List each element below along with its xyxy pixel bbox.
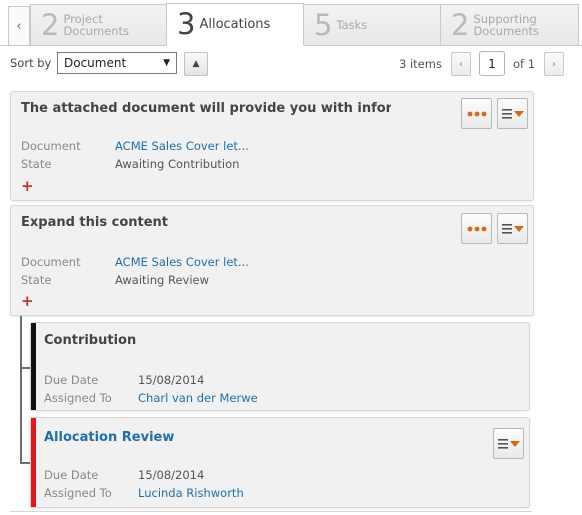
assigned-to-label: Assigned To [44,391,112,405]
document-link[interactable]: ACME Sales Cover let... [115,139,249,153]
document-label: Document [21,139,81,153]
page-total: of 1 [513,57,536,71]
due-date-label: Due Date [44,373,99,387]
sort-direction-button[interactable]: ▲ [184,52,208,76]
page-number-input[interactable]: 1 [479,51,505,76]
state-value: Awaiting Review [115,273,210,287]
state-label: State [21,273,52,287]
menu-dropdown-button[interactable] [497,213,528,244]
status-stripe [31,323,36,410]
due-date-value: 15/08/2014 [138,373,205,387]
tree-connector [20,316,22,463]
sort-by-label: Sort by [10,56,52,70]
due-date-value: 15/08/2014 [138,468,205,482]
tab-supporting-documents[interactable]: 2 Supporting Documents [440,4,579,46]
chevron-left-icon: ‹ [16,19,22,34]
more-actions-button[interactable] [461,213,492,244]
tree-connector-branch [20,462,30,464]
previous-page-button[interactable]: ‹ [451,52,471,76]
triangle-up-icon: ▲ [192,59,200,69]
state-label: State [21,157,52,171]
ellipsis-icon [467,226,486,231]
tab-bar: ‹ 2 Project Documents 5 Tasks 2 Supporti… [0,0,582,46]
card-title: The attached document will provide you w… [21,101,391,116]
allocation-card: Expand this content Document ACME Sales … [10,205,534,316]
state-value: Awaiting Contribution [115,157,240,171]
allocation-card: The attached document will provide you w… [10,91,534,201]
tab-count: 3 [177,7,196,41]
chevron-left-icon: ‹ [459,58,463,70]
tab-allocations[interactable]: 3 Allocations [166,3,304,46]
tab-label: Allocations [199,16,271,32]
status-stripe [31,418,36,507]
task-title-link[interactable]: Allocation Review [44,430,174,445]
sort-by-value: Document [64,56,127,70]
tab-label: Supporting Documents [473,12,540,38]
more-actions-button[interactable] [461,98,492,129]
chevron-right-icon: › [552,58,556,70]
items-count: 3 items [399,57,442,71]
sort-by-select[interactable]: Document ▼ [57,52,177,74]
tab-count: 5 [314,7,333,42]
menu-dropdown-button[interactable] [497,98,528,129]
menu-dropdown-icon [497,438,520,449]
next-page-button[interactable]: › [544,52,564,76]
tab-scroll-left-button[interactable]: ‹ [8,6,30,46]
menu-dropdown-icon [501,223,524,234]
task-title: Contribution [44,333,137,348]
menu-dropdown-icon [501,108,524,119]
assigned-to-label: Assigned To [44,486,112,500]
menu-dropdown-button[interactable] [493,428,524,459]
tab-label: Tasks [336,18,368,32]
due-date-label: Due Date [44,468,99,482]
expand-plus-icon[interactable]: + [21,179,34,194]
ellipsis-icon [467,111,486,116]
tab-count: 2 [451,7,470,42]
tab-count: 2 [41,7,60,42]
document-link[interactable]: ACME Sales Cover let... [115,255,249,269]
tree-connector-branch [20,367,30,369]
expand-plus-icon[interactable]: + [21,294,34,309]
assigned-to-link[interactable]: Charl van der Merwe [138,391,258,405]
tab-tasks[interactable]: 5 Tasks [303,4,441,46]
assigned-to-link[interactable]: Lucinda Rishworth [138,486,244,500]
task-card: Contribution Due Date 15/08/2014 Assigne… [30,322,530,411]
task-card: Allocation Review Due Date 15/08/2014 As… [30,417,530,508]
divider [10,511,532,512]
card-title: Expand this content [21,215,169,230]
document-label: Document [21,255,81,269]
tab-project-documents[interactable]: 2 Project Documents [30,4,167,46]
tab-label: Project Documents [63,12,130,38]
chevron-down-icon: ▼ [163,58,170,68]
